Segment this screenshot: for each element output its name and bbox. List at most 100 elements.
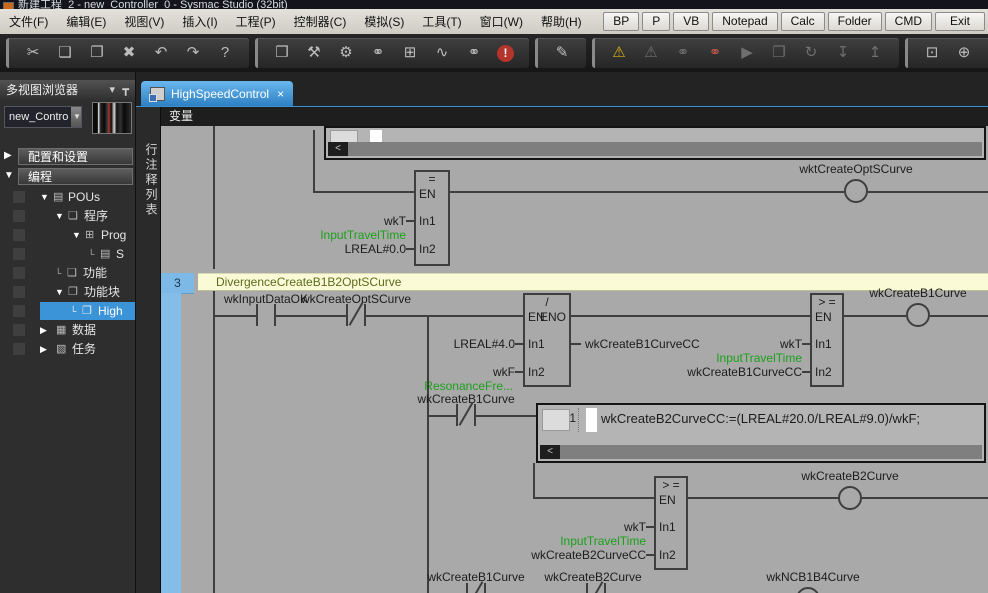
vb-button[interactable]: VB [673,12,709,31]
in1-variable[interactable]: wkT [306,214,406,228]
cmd-button[interactable]: CMD [885,12,932,31]
div-function-block[interactable]: / EN ENO In1 In2 [523,293,571,387]
ladder-editor-canvas[interactable]: 3 < [161,126,988,593]
synchronize-icon[interactable]: ↻ [799,41,823,65]
sidebar-item-program0[interactable]: ▼ ⊞ Prog [0,226,135,244]
notepad-button[interactable]: Notepad [712,12,777,31]
sidebar-item-highspeedcontrol[interactable]: └ ❐ High [0,302,135,320]
output-coil[interactable] [906,303,930,327]
tab-close-icon[interactable]: × [277,87,284,101]
program-mode-icon[interactable]: ❐ [767,41,791,65]
paste-icon[interactable]: ❐ [85,41,109,65]
ge-function-block-2[interactable]: > = EN In1 In2 [654,476,688,570]
bp-button[interactable]: BP [603,12,639,31]
scroll-left-button[interactable]: < [328,142,348,156]
expander-icon[interactable]: ▶ [40,340,47,358]
ge-function-block-1[interactable]: > = EN In1 In2 [810,293,844,387]
transfer-to-controller-icon[interactable]: ↧ [831,41,855,65]
config-expander-icon[interactable]: ▶ [4,150,12,161]
nc-contact[interactable] [586,583,606,593]
calc-button[interactable]: Calc [781,12,825,31]
error-list-icon[interactable]: ! [497,45,514,62]
watch-table-icon[interactable]: ⊞ [398,41,422,65]
menu-window[interactable]: 窗口(W) [471,10,532,34]
in2-variable[interactable]: wkCreateB1CurveCC [660,365,802,379]
multiview-explorer-header[interactable]: 多视图浏览器 ▾ ┳ [0,80,135,100]
transfer-from-controller-icon[interactable]: ↥ [863,41,887,65]
p-button[interactable]: P [642,12,670,31]
sidebar-item-tasks[interactable]: ▶ ▧ 任务 [0,340,135,358]
coil-label[interactable]: wkNCB1B4Curve [743,570,883,584]
expander-icon[interactable]: ▼ [55,283,64,301]
expander-icon[interactable]: ▶ [40,321,47,339]
variables-bar[interactable]: 变量 [161,107,988,126]
sidebar-item-functions[interactable]: └ ❏ 功能 [0,264,135,282]
zoom-out-icon[interactable]: ⊖ [984,41,988,65]
output-coil[interactable] [844,179,868,203]
menu-tools[interactable]: 工具(T) [413,10,470,34]
data-trace-icon[interactable]: ∿ [430,41,454,65]
output-coil[interactable] [838,486,862,510]
sidebar-item-function-blocks[interactable]: ▼ ❐ 功能块 [0,283,135,301]
tab-highspeedcontrol[interactable]: HighSpeedControl × [141,81,293,106]
in2-variable[interactable]: wkCreateB2CurveCC [504,548,646,562]
cut-icon[interactable]: ✂ [21,41,45,65]
menu-edit[interactable]: 编辑(E) [57,10,115,34]
copy-icon[interactable]: ❏ [53,41,77,65]
build-icon[interactable]: ⚒ [302,41,326,65]
go-offline-icon[interactable]: ⚠ [639,41,663,65]
coil-label[interactable]: wkCreateB2Curve [765,469,935,483]
scroll-left-button[interactable]: < [540,445,560,459]
nc-contact[interactable] [456,404,476,426]
row-comment-list-tab[interactable]: 行注释列表 [136,107,161,593]
inline-st-box-top[interactable]: < [324,126,986,160]
rung-number[interactable]: 3 [161,273,194,294]
zoom-in-icon[interactable]: ⊕ [952,41,976,65]
collapse-icon[interactable]: ▾ [109,80,115,100]
menu-controller[interactable]: 控制器(C) [285,10,356,34]
controller-select[interactable]: new_Contro ▼ [4,106,82,128]
menu-view[interactable]: 视图(V) [115,10,173,34]
new-window-icon[interactable]: ❒ [270,41,294,65]
coil-label[interactable]: wktCreateOptSCurve [771,162,941,176]
menu-insert[interactable]: 插入(I) [173,10,226,34]
folder-button[interactable]: Folder [828,12,882,31]
help-icon[interactable]: ? [213,41,237,65]
rung-selection-strip[interactable] [161,293,181,593]
rebuild-icon[interactable]: ⚙ [334,41,358,65]
in2-variable[interactable]: LREAL#0.0 [306,242,406,256]
eq-function-block[interactable]: = EN In1 In2 [414,170,450,266]
undo-icon[interactable]: ↶ [149,41,173,65]
in1-variable[interactable]: LREAL#4.0 [415,337,515,351]
run-mode-icon[interactable]: ▶ [735,41,759,65]
sidebar-item-section0[interactable]: └ ▤ S [0,245,135,263]
in2-variable[interactable]: wkF [415,365,515,379]
st-scrollbar[interactable]: < [328,142,982,156]
menu-project[interactable]: 工程(P) [227,10,285,34]
nc-contact[interactable] [346,304,366,326]
pin-icon[interactable]: ┳ [122,80,129,100]
expander-icon[interactable]: ▼ [55,207,64,225]
expander-icon[interactable]: ▼ [72,226,81,244]
contact-label[interactable]: wkCreateB2Curve [523,570,663,584]
go-online-icon[interactable]: ⚠ [607,41,631,65]
output-coil[interactable] [796,587,820,593]
section-programming[interactable]: 编程 [18,168,133,185]
coil-label[interactable]: wkCreateB1Curve [833,286,988,300]
sidebar-item-data[interactable]: ▶ ▦ 数据 [0,321,135,339]
menu-help[interactable]: 帮助(H) [532,10,591,34]
delete-icon[interactable]: ✖ [117,41,141,65]
section-config[interactable]: 配置和设置 [18,148,133,165]
controller-select-arrow[interactable]: ▼ [71,107,82,127]
st-code[interactable]: wkCreateB2CurveCC:=(LREAL#20.0/LREAL#9.0… [601,411,920,426]
edit-pen-icon[interactable]: ✎ [550,41,574,65]
monitor-start-icon[interactable]: ⚭ [671,41,695,65]
output-variable[interactable]: wkCreateB1CurveCC [585,337,715,351]
redo-icon[interactable]: ↷ [181,41,205,65]
exit-button[interactable]: Exit [935,12,985,31]
nc-contact[interactable] [466,583,486,593]
in1-variable[interactable]: wkT [710,337,802,351]
menu-file[interactable]: 文件(F) [0,10,57,34]
no-contact[interactable] [256,304,276,326]
in1-variable[interactable]: wkT [554,520,646,534]
